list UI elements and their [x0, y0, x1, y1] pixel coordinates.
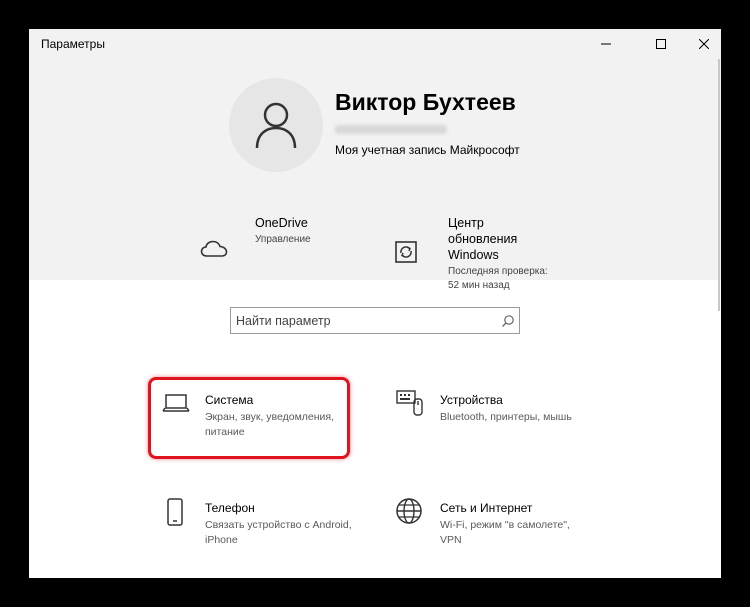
window-title: Параметры — [41, 37, 105, 51]
search-box[interactable] — [230, 307, 520, 334]
tile-network-title: Сеть и Интернет — [440, 501, 533, 515]
user-icon — [255, 102, 297, 149]
phone-icon — [164, 497, 186, 527]
tile-phone-sub2: iPhone — [205, 534, 238, 546]
cloud-icon[interactable] — [199, 238, 229, 260]
minimize-icon — [601, 43, 611, 45]
update-icon[interactable] — [393, 239, 419, 265]
maximize-button[interactable] — [638, 29, 684, 59]
highlight-frame — [148, 377, 350, 459]
user-name: Виктор Бухтеев — [335, 89, 516, 115]
avatar[interactable] — [229, 78, 323, 172]
onedrive-title[interactable]: OneDrive — [255, 215, 308, 231]
update-subtitle-line2: 52 мин назад — [448, 280, 510, 291]
update-subtitle-line1: Последняя проверка: — [448, 266, 548, 277]
tile-phone-title: Телефон — [205, 501, 255, 515]
profile-header: Виктор Бухтеев Моя учетная запись Майкро… — [29, 59, 721, 291]
tile-phone-sub1: Связать устройство с Android, — [205, 519, 352, 531]
minimize-button[interactable] — [583, 29, 629, 59]
update-title-line3[interactable]: Windows — [448, 247, 499, 263]
title-bar: Параметры — [29, 29, 721, 59]
tile-devices-sub1: Bluetooth, принтеры, мышь — [440, 411, 572, 423]
search-icon[interactable] — [501, 314, 515, 328]
settings-window: Параметры Виктор Бухтеев Моя учетная зап… — [29, 29, 721, 578]
globe-icon — [395, 497, 423, 525]
scrollbar[interactable] — [718, 59, 720, 311]
search-input[interactable] — [236, 310, 496, 331]
account-link[interactable]: Моя учетная запись Майкрософт — [335, 143, 520, 157]
update-title-line2[interactable]: обновления — [448, 231, 517, 247]
maximize-icon — [656, 39, 666, 49]
close-icon — [699, 39, 709, 49]
close-button[interactable] — [681, 29, 721, 59]
user-email-blurred — [335, 125, 447, 134]
update-title-line1[interactable]: Центр — [448, 215, 484, 231]
tile-network-sub2: VPN — [440, 534, 462, 546]
keyboard-icon — [396, 389, 424, 417]
onedrive-subtitle: Управление — [255, 234, 311, 245]
tile-devices-title: Устройства — [440, 393, 503, 407]
tile-network-sub1: Wi-Fi, режим "в самолете", — [440, 519, 570, 531]
